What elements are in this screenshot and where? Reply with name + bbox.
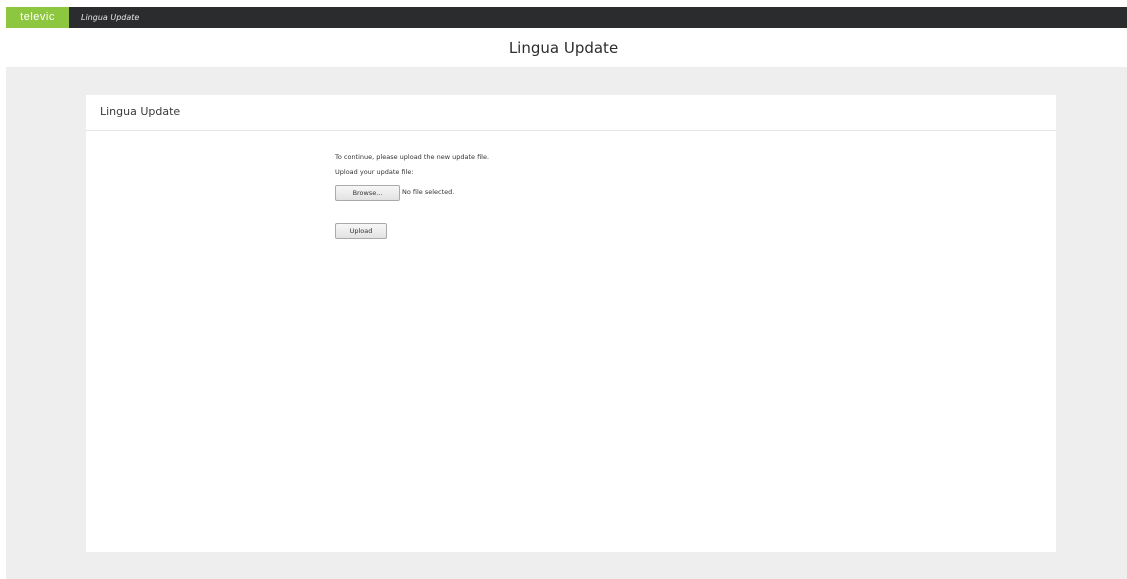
breadcrumb[interactable]: Lingua Update [81, 7, 139, 28]
panel-header: Lingua Update [86, 95, 1056, 131]
update-panel: Lingua Update To continue, please upload… [86, 95, 1056, 552]
upload-button[interactable]: Upload [335, 223, 387, 239]
upload-label: Upload your update file: [335, 168, 414, 176]
browse-button[interactable]: Browse... [335, 185, 400, 201]
page-title: Lingua Update [508, 39, 619, 57]
panel-title: Lingua Update [100, 105, 181, 118]
televic-logo[interactable]: televic [6, 7, 69, 28]
instruction-text: To continue, please upload the new updat… [335, 153, 490, 161]
file-status: No file selected. [402, 188, 455, 196]
top-bar: televic Lingua Update [6, 7, 1127, 28]
